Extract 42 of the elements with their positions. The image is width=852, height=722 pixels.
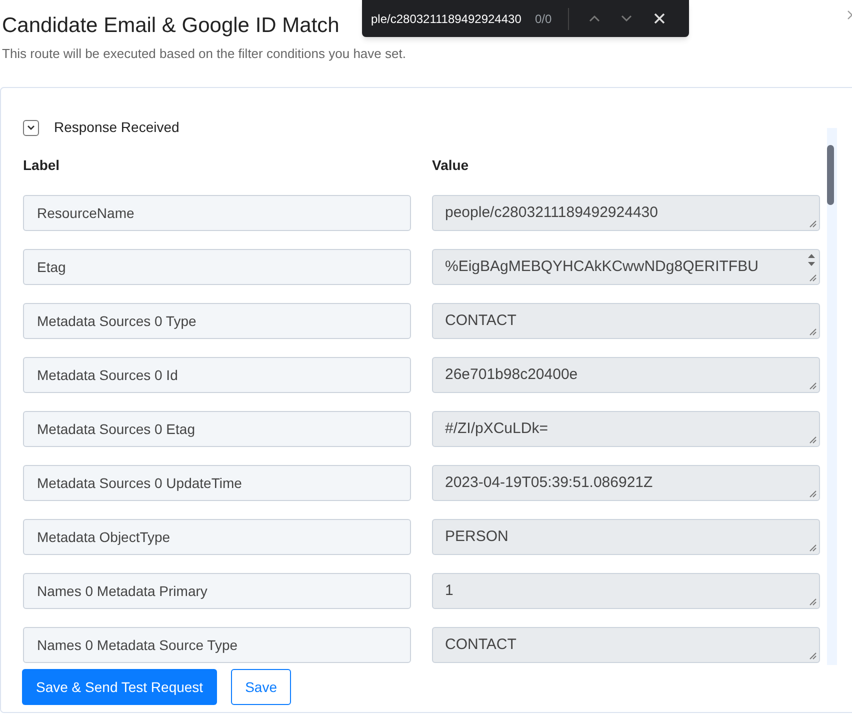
- label-field[interactable]: Names 0 Metadata Source Type: [23, 627, 411, 663]
- column-header: Value: [432, 156, 469, 175]
- label-field[interactable]: ResourceName: [23, 195, 411, 231]
- label-field[interactable]: Names 0 Metadata Primary: [23, 573, 411, 609]
- value-field[interactable]: 2023-04-19T05:39:51.086921Z: [432, 465, 820, 501]
- value-field[interactable]: 26e701b98c20400e: [432, 357, 820, 393]
- match-count: 0/0: [535, 10, 552, 28]
- resize-grip-icon[interactable]: [809, 490, 817, 498]
- resize-grip-icon[interactable]: [809, 436, 817, 444]
- chevron-up-icon[interactable]: [588, 15, 600, 22]
- column-header: Label: [23, 156, 61, 175]
- value-field[interactable]: #/ZI/pXCuLDk=: [432, 411, 820, 447]
- label-field[interactable]: Etag: [23, 249, 411, 285]
- spinner-arrows-icon[interactable]: [807, 253, 816, 267]
- label-field[interactable]: Metadata Sources 0 Type: [23, 303, 411, 339]
- resize-grip-icon[interactable]: [809, 598, 817, 606]
- label-field[interactable]: Metadata ObjectType: [23, 519, 411, 555]
- find-input[interactable]: ple/c2803211189492924430: [371, 10, 531, 28]
- value-field[interactable]: CONTACT: [432, 303, 820, 339]
- resize-grip-icon[interactable]: [809, 382, 817, 390]
- resize-grip-icon[interactable]: [809, 220, 817, 228]
- collapse-toggle[interactable]: [23, 120, 39, 136]
- chevron-down-icon[interactable]: [620, 15, 632, 22]
- send-test-request-button[interactable]: Save & Send Test Request: [22, 669, 218, 705]
- value-field[interactable]: PERSON: [432, 519, 820, 555]
- resize-grip-icon[interactable]: [809, 652, 817, 660]
- value-field[interactable]: CONTACT: [432, 627, 820, 663]
- section-label: Response Received: [54, 118, 180, 137]
- scrollbar-thumb[interactable]: [827, 145, 834, 205]
- value-field[interactable]: %EigBAgMEBQYHCAkKCwwNDg8QERITFBU: [432, 249, 820, 285]
- save-button[interactable]: Save: [231, 669, 291, 705]
- resize-grip-icon[interactable]: [809, 544, 817, 552]
- value-field[interactable]: 1: [432, 573, 820, 609]
- label-field[interactable]: Metadata Sources 0 Id: [23, 357, 411, 393]
- dialog-title: Candidate Email & Google ID Match: [2, 13, 340, 39]
- label-field[interactable]: Metadata Sources 0 Etag: [23, 411, 411, 447]
- dialog-subtitle: This route will be executed based on the filter conditions you have set.: [2, 45, 407, 63]
- chevron-icon: [27, 124, 35, 130]
- value-field[interactable]: people/c2803211189492924430: [432, 195, 820, 231]
- label-field[interactable]: Metadata Sources 0 UpdateTime: [23, 465, 411, 501]
- resize-grip-icon[interactable]: [809, 328, 817, 336]
- resize-grip-icon[interactable]: [809, 274, 817, 282]
